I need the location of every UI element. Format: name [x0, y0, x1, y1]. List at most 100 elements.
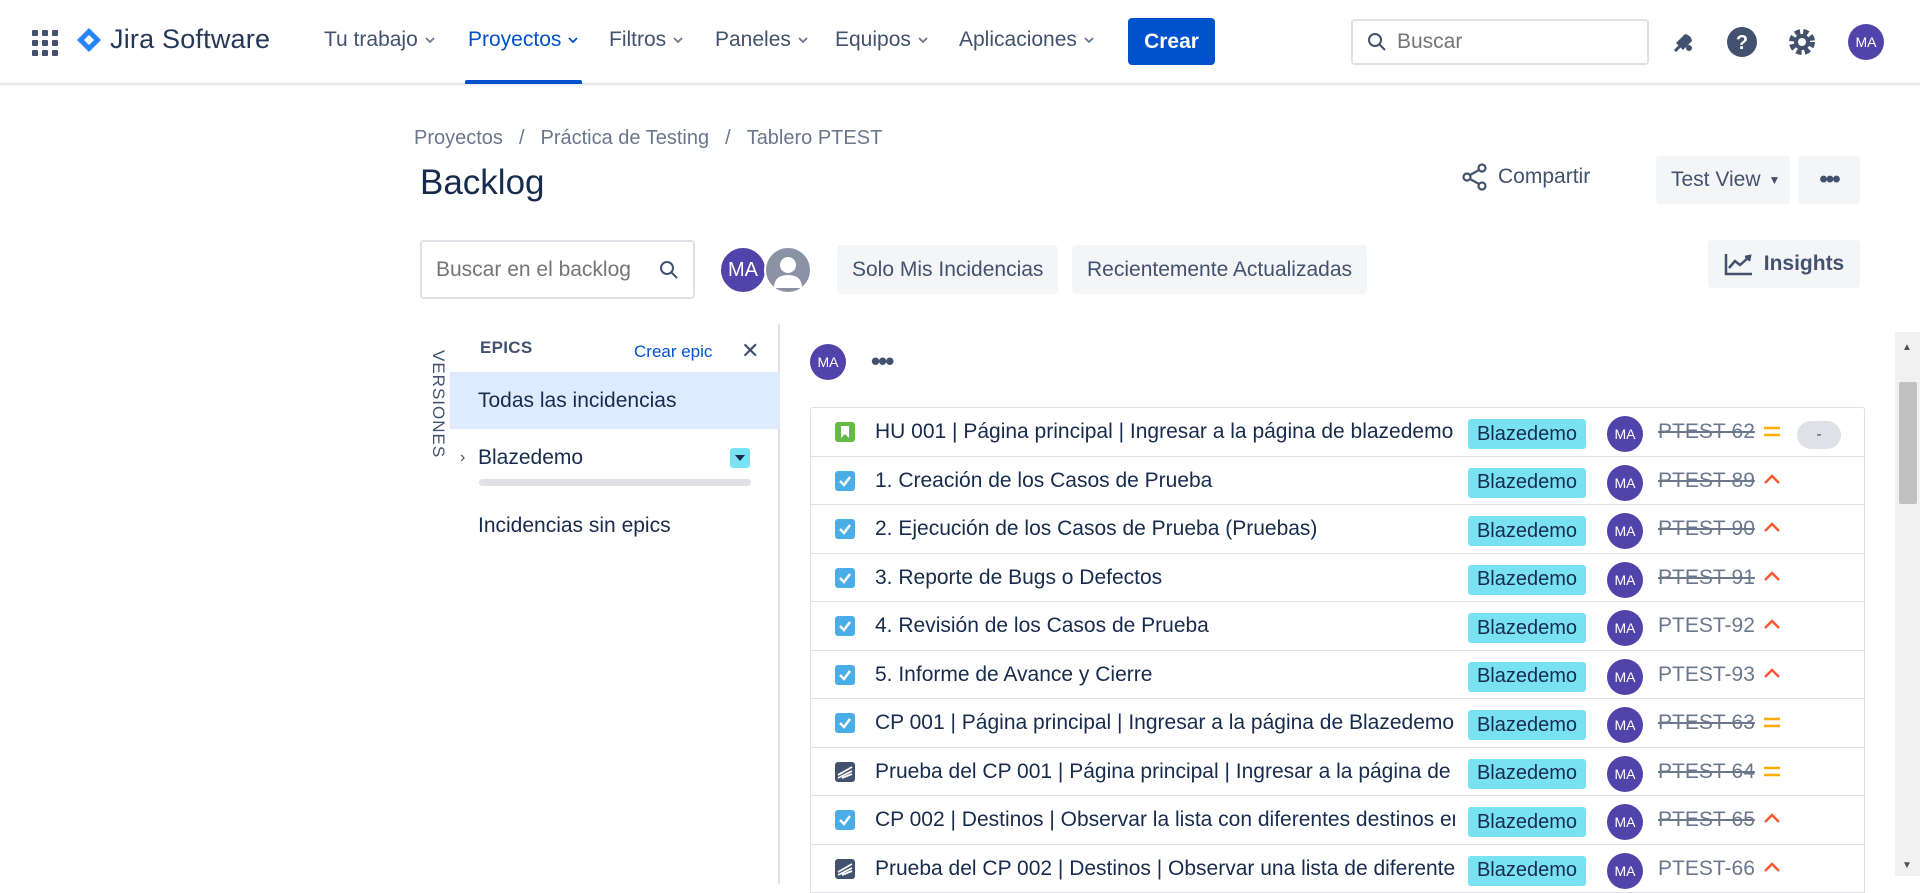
search-input[interactable]	[1397, 30, 1627, 54]
notification-icon[interactable]	[1666, 24, 1702, 60]
epic-lozenge[interactable]: Blazedemo	[1468, 613, 1586, 643]
more-actions-button[interactable]: •••	[1798, 156, 1860, 204]
assignee-avatar[interactable]: MA	[1607, 707, 1643, 743]
nav-tu-trabajo[interactable]: Tu trabajo	[324, 28, 435, 52]
issue-key[interactable]: PTEST-65	[1658, 808, 1755, 832]
issue-key[interactable]: PTEST-89	[1658, 469, 1755, 493]
vertical-scrollbar[interactable]: ▲ ▼	[1895, 332, 1920, 876]
nav-proyectos[interactable]: Proyectos	[468, 28, 578, 52]
insights-button[interactable]: Insights	[1708, 240, 1860, 288]
assignee-avatar[interactable]: MA	[1607, 465, 1643, 501]
help-icon[interactable]: ?	[1724, 24, 1760, 60]
issue-row[interactable]: HU 001 | Página principal | Ingresar a l…	[811, 408, 1864, 457]
epic-lozenge[interactable]: Blazedemo	[1468, 662, 1586, 692]
assignee-avatar[interactable]: MA	[1607, 804, 1643, 840]
user-avatar[interactable]: MA	[1848, 24, 1884, 60]
filter-avatar-user[interactable]: MA	[719, 246, 767, 294]
assignee-avatar[interactable]: MA	[1607, 562, 1643, 598]
sprint-avatar[interactable]: MA	[810, 344, 846, 380]
epic-lozenge[interactable]: Blazedemo	[1468, 759, 1586, 789]
issue-row[interactable]: Prueba del CP 001 | Página principal | I…	[811, 748, 1864, 797]
app-switcher-icon[interactable]	[32, 30, 58, 56]
epic-lozenge[interactable]: Blazedemo	[1468, 807, 1586, 837]
settings-icon[interactable]	[1784, 24, 1820, 60]
issue-summary[interactable]: Prueba del CP 002 | Destinos | Observar …	[875, 857, 1455, 881]
scroll-down-icon[interactable]: ▼	[1902, 860, 1912, 871]
issue-row[interactable]: 5. Informe de Avance y Cierre Blazedemo MA…	[811, 651, 1864, 700]
quick-filter-recent[interactable]: Recientemente Actualizadas	[1072, 245, 1367, 294]
issue-summary[interactable]: 1. Creación de los Casos de Prueba	[875, 469, 1455, 493]
chevron-down-icon	[568, 35, 578, 45]
jira-logo[interactable]: Jira Software	[76, 24, 270, 55]
issue-row[interactable]: 3. Reporte de Bugs o Defectos Blazedemo MA…	[811, 554, 1864, 603]
issue-key[interactable]: PTEST-93	[1658, 663, 1755, 687]
chevron-down-icon	[1084, 35, 1094, 45]
close-icon[interactable]: ✕	[741, 338, 759, 364]
chevron-right-icon[interactable]: ›	[460, 449, 465, 467]
issue-key[interactable]: PTEST-64	[1658, 760, 1755, 784]
backlog-search[interactable]	[420, 240, 695, 299]
status-badge[interactable]: -	[1797, 421, 1841, 449]
breadcrumb-project[interactable]: Práctica de Testing	[541, 127, 710, 150]
nav-filtros[interactable]: Filtros	[609, 28, 683, 52]
breadcrumb-projects[interactable]: Proyectos	[414, 127, 503, 150]
create-button[interactable]: Crear	[1128, 18, 1215, 65]
issue-row[interactable]: CP 002 | Destinos | Observar la lista co…	[811, 796, 1864, 845]
issue-row[interactable]: 2. Ejecución de los Casos de Prueba (Pru…	[811, 505, 1864, 554]
issue-row[interactable]: 4. Revisión de los Casos de Prueba Blazed…	[811, 602, 1864, 651]
scroll-thumb[interactable]	[1899, 382, 1917, 504]
priority-high-icon	[1762, 665, 1782, 685]
assignee-avatar[interactable]: MA	[1607, 659, 1643, 695]
issue-key[interactable]: PTEST-90	[1658, 517, 1755, 541]
issue-summary[interactable]: Prueba del CP 001 | Página principal | I…	[875, 760, 1455, 784]
scroll-up-icon[interactable]: ▲	[1902, 342, 1912, 353]
epic-lozenge[interactable]: Blazedemo	[1468, 516, 1586, 546]
epic-item-all[interactable]: Todas las incidencias	[450, 372, 780, 429]
view-selector[interactable]: Test View ▼	[1656, 156, 1790, 204]
nav-aplicaciones[interactable]: Aplicaciones	[959, 28, 1094, 52]
share-button[interactable]: Compartir	[1462, 163, 1590, 191]
assignee-avatar[interactable]: MA	[1607, 610, 1643, 646]
nav-equipos[interactable]: Equipos	[835, 28, 928, 52]
issue-row[interactable]: 1. Creación de los Casos de Prueba Blazed…	[811, 457, 1864, 506]
versions-panel-tab[interactable]: VERSIONES	[418, 350, 448, 460]
story-icon	[835, 422, 855, 442]
issue-key[interactable]: PTEST-62	[1658, 420, 1755, 444]
filter-avatar-unassigned[interactable]	[764, 246, 812, 294]
issue-summary[interactable]: HU 001 | Página principal | Ingresar a l…	[875, 420, 1455, 444]
epic-lozenge[interactable]: Blazedemo	[1468, 710, 1586, 740]
caret-down-icon: ▼	[1769, 173, 1781, 187]
issue-summary[interactable]: CP 001 | Página principal | Ingresar a l…	[875, 711, 1455, 735]
assignee-avatar[interactable]: MA	[1607, 853, 1643, 889]
issue-summary[interactable]: 2. Ejecución de los Casos de Prueba (Pru…	[875, 517, 1455, 541]
issue-summary[interactable]: 3. Reporte de Bugs o Defectos	[875, 566, 1455, 590]
issue-key[interactable]: PTEST-66	[1658, 857, 1755, 881]
sprint-more-button[interactable]: •••	[871, 346, 892, 377]
assignee-avatar[interactable]: MA	[1607, 513, 1643, 549]
issue-key[interactable]: PTEST-63	[1658, 711, 1755, 735]
issue-row[interactable]: Prueba del CP 002 | Destinos | Observar …	[811, 845, 1864, 893]
issue-summary[interactable]: CP 002 | Destinos | Observar la lista co…	[875, 808, 1455, 832]
chevron-down-icon	[918, 35, 928, 45]
epic-lozenge[interactable]: Blazedemo	[1468, 419, 1586, 449]
issue-summary[interactable]: 5. Informe de Avance y Cierre	[875, 663, 1455, 687]
create-epic-link[interactable]: Crear epic	[634, 342, 712, 362]
epic-item-none[interactable]: Incidencias sin epics	[450, 504, 780, 548]
share-icon	[1462, 163, 1488, 191]
epic-lozenge[interactable]: Blazedemo	[1468, 468, 1586, 498]
epic-dropdown-icon[interactable]	[730, 448, 750, 468]
breadcrumb-board[interactable]: Tablero PTEST	[747, 127, 883, 150]
backlog-search-input[interactable]	[436, 258, 646, 282]
issue-key[interactable]: PTEST-91	[1658, 566, 1755, 590]
global-search[interactable]	[1351, 19, 1649, 65]
assignee-avatar[interactable]: MA	[1607, 416, 1643, 452]
epic-lozenge[interactable]: Blazedemo	[1468, 856, 1586, 886]
quick-filter-mine[interactable]: Solo Mis Incidencias	[837, 245, 1058, 294]
issue-key[interactable]: PTEST-92	[1658, 614, 1755, 638]
search-icon	[659, 260, 679, 280]
issue-row[interactable]: CP 001 | Página principal | Ingresar a l…	[811, 699, 1864, 748]
epic-lozenge[interactable]: Blazedemo	[1468, 565, 1586, 595]
assignee-avatar[interactable]: MA	[1607, 756, 1643, 792]
issue-summary[interactable]: 4. Revisión de los Casos de Prueba	[875, 614, 1455, 638]
nav-paneles[interactable]: Paneles	[715, 28, 808, 52]
